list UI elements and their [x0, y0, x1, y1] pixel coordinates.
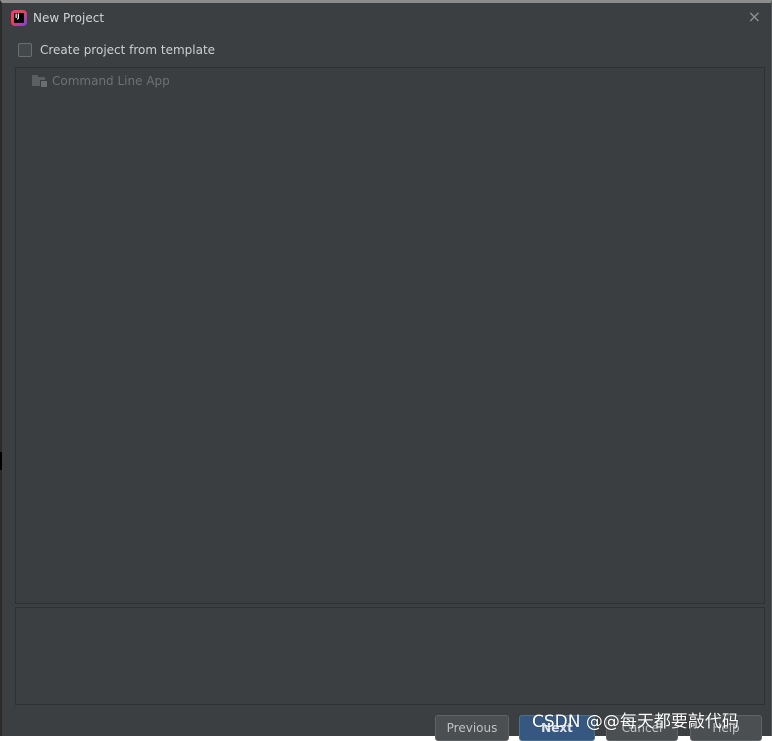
- template-item-label: Command Line App: [52, 74, 170, 88]
- new-project-dialog: IJ New Project × Create project from tem…: [0, 0, 772, 741]
- create-from-template-label[interactable]: Create project from template: [40, 43, 215, 57]
- previous-button[interactable]: Previous: [435, 715, 509, 741]
- app-icon-text: IJ: [14, 13, 24, 23]
- template-description-panel: [15, 607, 765, 705]
- template-item-command-line-app[interactable]: Command Line App: [32, 74, 170, 88]
- close-icon[interactable]: ×: [748, 8, 761, 26]
- left-edge-marker: [0, 452, 2, 470]
- template-list[interactable]: Command Line App: [15, 67, 765, 604]
- folder-icon: [32, 75, 48, 88]
- create-from-template-checkbox[interactable]: [18, 43, 32, 57]
- title-bar: IJ New Project ×: [2, 3, 771, 33]
- create-from-template-option[interactable]: Create project from template: [18, 43, 215, 57]
- csdn-watermark: CSDN @@每天都要敲代码: [532, 712, 739, 732]
- intellij-app-icon: IJ: [11, 10, 27, 26]
- dialog-title: New Project: [33, 11, 105, 25]
